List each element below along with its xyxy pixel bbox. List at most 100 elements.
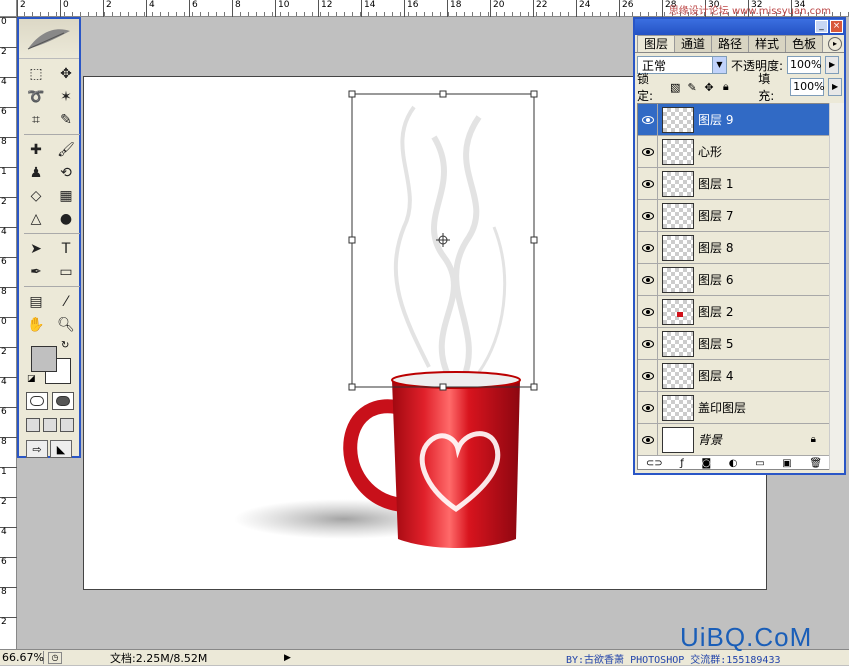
opacity-field[interactable]: 100% <box>787 56 822 74</box>
dodge-icon[interactable]: ● <box>54 208 78 230</box>
visibility-eye-icon[interactable] <box>638 135 658 168</box>
full-screen-menu-button[interactable] <box>43 418 57 432</box>
feather-icon[interactable] <box>19 19 79 59</box>
layer-name[interactable]: 图层 8 <box>698 239 733 256</box>
lock-all-icon[interactable]: 🔒︎ <box>719 80 732 94</box>
slice-icon[interactable]: ✎ <box>54 109 78 131</box>
visibility-eye-icon[interactable] <box>638 391 658 424</box>
layer-name[interactable]: 图层 5 <box>698 335 733 352</box>
crop-icon[interactable]: ⌗ <box>24 109 48 131</box>
lock-pixels-icon[interactable]: ✎ <box>686 81 699 94</box>
visibility-eye-icon[interactable] <box>638 231 658 264</box>
visibility-eye-icon[interactable] <box>638 263 658 296</box>
adjustment-layer-icon[interactable]: ◐ <box>729 458 738 469</box>
layer-row[interactable]: 盖印图层 <box>638 391 830 424</box>
tab-channels[interactable]: 通道 <box>674 35 713 52</box>
history-brush-icon[interactable]: ⟲ <box>54 162 78 184</box>
zoom-icon[interactable]: 🔍︎ <box>54 314 78 336</box>
layer-name[interactable]: 图层 1 <box>698 175 733 192</box>
visibility-eye-icon[interactable] <box>638 104 658 136</box>
tab-layers[interactable]: 图层 <box>637 35 676 52</box>
add-mask-icon[interactable]: ◙ <box>701 458 711 469</box>
marquee-icon[interactable]: ⬚ <box>24 63 48 85</box>
move-icon[interactable]: ✥ <box>54 63 78 85</box>
layer-row[interactable]: 图层 8 <box>638 231 830 264</box>
layer-row[interactable]: 背景 🔒︎ <box>638 423 830 456</box>
visibility-eye-icon[interactable] <box>638 295 658 328</box>
visibility-eye-icon[interactable] <box>638 199 658 232</box>
default-colors-icon[interactable]: ◪ <box>27 374 36 384</box>
layers-scrollbar[interactable] <box>829 103 844 470</box>
trash-icon[interactable]: 🗑︎ <box>809 458 822 469</box>
hand-icon[interactable]: ✋ <box>24 314 48 336</box>
blur-icon[interactable]: △ <box>24 208 48 230</box>
rectangle-icon[interactable]: ▭ <box>54 261 78 283</box>
notes-icon[interactable]: ▤ <box>24 291 48 313</box>
divider <box>24 233 80 235</box>
zoom-level[interactable]: 66.67% <box>0 651 44 664</box>
visibility-eye-icon[interactable] <box>638 359 658 392</box>
jump-to-imageready-button[interactable]: ⇨ <box>26 440 48 458</box>
tab-paths[interactable]: 路径 <box>711 35 750 52</box>
status-info-icon[interactable]: ◷ <box>48 651 62 664</box>
tab-swatches[interactable]: 色板 <box>785 35 824 52</box>
layer-name[interactable]: 盖印图层 <box>698 399 746 416</box>
gradient-icon[interactable]: ▦ <box>54 185 78 207</box>
layer-name[interactable]: 图层 4 <box>698 367 733 384</box>
layer-row[interactable]: 图层 2 <box>638 295 830 328</box>
layers-panel: _ × 图层 通道 路径 样式 色板 ▸ 正常 ▼ 不透明度: 100% ▶ 锁定… <box>633 17 846 475</box>
ruler-tick-label: 4 <box>0 77 17 87</box>
lock-position-icon[interactable]: ✥ <box>703 81 716 94</box>
layer-name[interactable]: 背景 <box>698 431 722 448</box>
layer-style-icon[interactable]: ƒ <box>680 458 684 469</box>
layer-row[interactable]: 图层 5 <box>638 327 830 360</box>
visibility-eye-icon[interactable] <box>638 327 658 360</box>
layer-row[interactable]: 图层 9 <box>638 104 830 136</box>
eraser-icon[interactable]: ◇ <box>24 185 48 207</box>
path-select-icon[interactable]: ➤ <box>24 238 48 260</box>
lock-transparency-icon[interactable]: ▧ <box>669 81 682 94</box>
tab-styles[interactable]: 样式 <box>748 35 787 52</box>
layer-name[interactable]: 图层 7 <box>698 207 733 224</box>
fill-field[interactable]: 100% <box>790 78 825 96</box>
stamp-icon[interactable]: ♟ <box>24 162 48 184</box>
layer-row[interactable]: 图层 4 <box>638 359 830 392</box>
type-icon[interactable]: T <box>54 238 78 260</box>
close-icon[interactable]: × <box>830 20 843 33</box>
eyedropper-icon[interactable]: ⁄ <box>54 291 78 313</box>
minimize-icon[interactable]: _ <box>815 20 828 33</box>
standard-screen-button[interactable] <box>26 418 40 432</box>
pen-icon[interactable]: ✒ <box>24 261 48 283</box>
panel-menu-icon[interactable]: ▸ <box>828 37 842 51</box>
imageready-icon[interactable]: ◣ <box>50 440 72 458</box>
fill-slider-arrow-icon[interactable]: ▶ <box>828 78 842 96</box>
layers-list: 图层 9 心形图层 1 图层 7 图层 8 图层 6 图层 2 图层 5 图层 4 盖印图层背景… <box>637 103 831 470</box>
opacity-slider-arrow-icon[interactable]: ▶ <box>825 56 840 74</box>
layer-row[interactable]: 心形 <box>638 135 830 168</box>
new-layer-icon[interactable]: ▣ <box>782 458 791 469</box>
chevron-down-icon[interactable]: ▼ <box>712 57 726 73</box>
status-menu-arrow-icon[interactable]: ▶ <box>284 653 291 663</box>
layer-row[interactable]: 图层 7 <box>638 199 830 232</box>
layer-name[interactable]: 图层 9 <box>698 111 733 128</box>
quick-mask-button[interactable] <box>52 392 74 410</box>
link-layers-icon[interactable]: ⊂⊃ <box>646 458 663 469</box>
layer-name[interactable]: 图层 2 <box>698 303 733 320</box>
swap-colors-icon[interactable]: ↻ <box>61 340 69 351</box>
panel-titlebar[interactable]: _ × <box>635 19 844 35</box>
foreground-color-swatch[interactable] <box>31 346 57 372</box>
layer-name[interactable]: 图层 6 <box>698 271 733 288</box>
layer-row[interactable]: 图层 6 <box>638 263 830 296</box>
layer-name[interactable]: 心形 <box>698 143 722 160</box>
ruler-origin[interactable] <box>0 0 17 17</box>
healing-brush-icon[interactable]: ✚ <box>24 139 48 161</box>
full-screen-button[interactable] <box>60 418 74 432</box>
standard-mode-button[interactable] <box>26 392 48 410</box>
layer-row[interactable]: 图层 1 <box>638 167 830 200</box>
visibility-eye-icon[interactable] <box>638 423 658 456</box>
magic-wand-icon[interactable]: ✶ <box>54 86 78 108</box>
new-group-icon[interactable]: ▭ <box>755 458 764 469</box>
visibility-eye-icon[interactable] <box>638 167 658 200</box>
brush-icon[interactable]: 🖌︎ <box>54 139 78 161</box>
lasso-icon[interactable]: ➰ <box>24 86 48 108</box>
